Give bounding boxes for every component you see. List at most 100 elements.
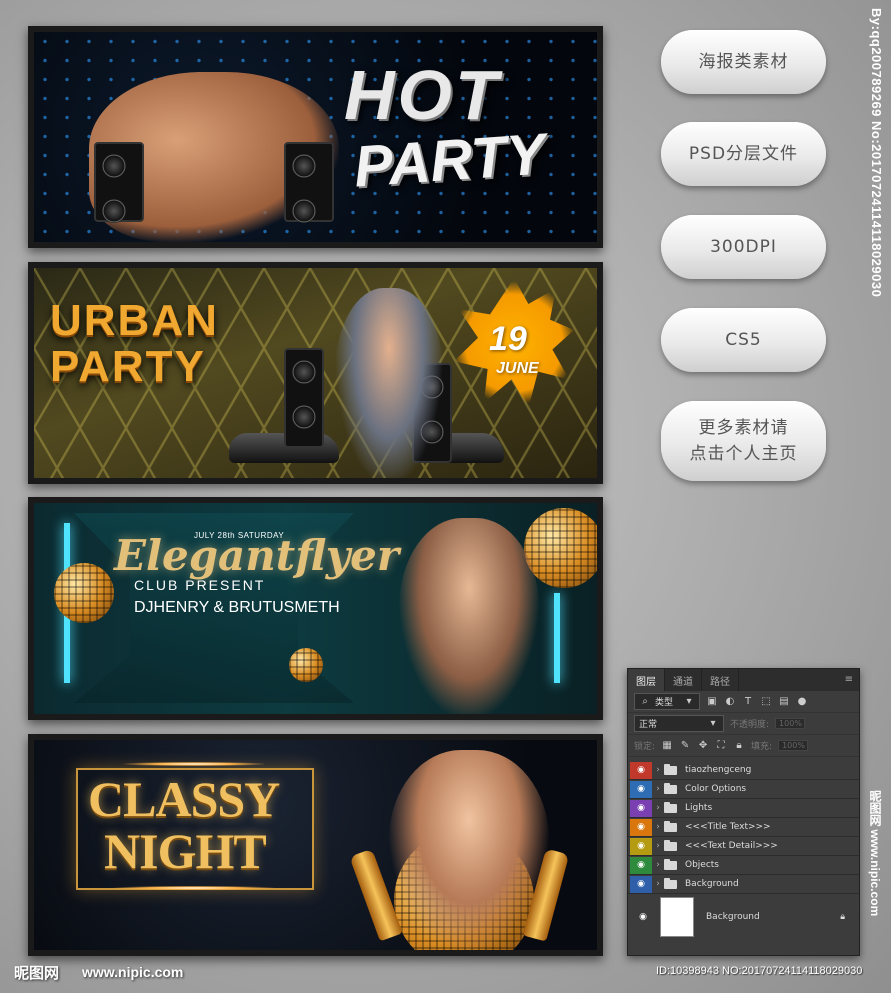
- image-filter-icon[interactable]: ▣: [706, 696, 718, 708]
- headline-night: NIGHT: [104, 823, 267, 879]
- folder-icon: [664, 858, 677, 870]
- background-layer-row[interactable]: ◉ Background 🔒︎: [628, 894, 859, 940]
- lock-artboard-icon[interactable]: ⛶: [715, 740, 727, 752]
- folder-icon: [664, 877, 677, 889]
- lock-transparent-icon[interactable]: ▦: [661, 740, 673, 752]
- visibility-eye-icon[interactable]: ◉: [630, 875, 652, 893]
- lock-all-icon[interactable]: 🔒︎: [733, 740, 745, 752]
- type-filter-icon[interactable]: T: [742, 696, 754, 708]
- chevron-down-icon: ▾: [710, 718, 716, 729]
- visibility-eye-icon[interactable]: ◉: [630, 837, 652, 855]
- visibility-eye-icon[interactable]: ◉: [630, 856, 652, 874]
- banner-hot-party: HOT PARTY: [28, 26, 603, 248]
- chevron-right-icon[interactable]: ›: [652, 822, 664, 832]
- opacity-field[interactable]: 100%: [775, 718, 806, 729]
- layer-group-row[interactable]: ◉ › Objects: [628, 856, 859, 875]
- date-month: JUNE: [496, 360, 539, 377]
- visibility-eye-icon[interactable]: ◉: [632, 909, 654, 926]
- watermark-vertical-site: 昵图网 www.nipic.com: [868, 790, 882, 917]
- chevron-right-icon[interactable]: ›: [652, 784, 664, 794]
- folder-icon: [664, 782, 677, 794]
- layers-list: ◉ › tiaozhengceng ◉ › Color Options ◉ › …: [628, 761, 859, 940]
- chevron-right-icon[interactable]: ›: [652, 841, 664, 851]
- model-figure: [399, 518, 539, 714]
- headline-party: PARTY: [351, 121, 548, 200]
- headline-hot: HOT: [344, 56, 501, 134]
- layer-name: Lights: [685, 803, 713, 813]
- layer-name: <<<Text Detail>>>: [685, 841, 778, 851]
- speaker-icon: [284, 348, 324, 448]
- filter-toggle-icon[interactable]: ●: [796, 696, 808, 708]
- filter-kind-label: 类型: [655, 698, 674, 708]
- layer-group-row[interactable]: ◉ › tiaozhengceng: [628, 761, 859, 780]
- visibility-eye-icon[interactable]: ◉: [630, 761, 652, 779]
- button-poster-material[interactable]: 海报类素材: [661, 30, 826, 94]
- folder-icon: [664, 801, 677, 813]
- button-300dpi[interactable]: 300DPI: [661, 215, 826, 279]
- button-label: 300DPI: [710, 237, 777, 257]
- opacity-label: 不透明度:: [730, 720, 770, 730]
- layer-group-row[interactable]: ◉ › Lights: [628, 799, 859, 818]
- lock-move-icon[interactable]: ✥: [697, 740, 709, 752]
- script-title: Elegantflyer: [114, 531, 399, 580]
- footer-logo[interactable]: 昵图网: [14, 962, 59, 983]
- button-more-materials[interactable]: 更多素材请 点击个人主页: [661, 401, 826, 481]
- tab-paths[interactable]: 路径: [702, 669, 739, 691]
- chevron-right-icon[interactable]: ›: [652, 803, 664, 813]
- model-figure: [334, 288, 444, 478]
- footer-url[interactable]: www.nipic.com: [82, 964, 183, 980]
- blend-mode-select[interactable]: 正常 ▾: [634, 715, 724, 732]
- date-day: 19: [489, 320, 527, 358]
- blend-row: 正常 ▾ 不透明度: 100%: [628, 713, 859, 735]
- layers-panel: 图层 通道 路径 ≡ ⌕ 类型 ▾ ▣ ◐ T ⬚ ▤ ● 正常 ▾ 不透明度:…: [627, 668, 860, 956]
- layer-group-row[interactable]: ◉ › <<<Title Text>>>: [628, 818, 859, 837]
- headline-urban: URBAN: [50, 296, 219, 345]
- search-icon: ⌕: [642, 696, 648, 707]
- layer-group-row[interactable]: ◉ › <<<Text Detail>>>: [628, 837, 859, 856]
- adjustment-filter-icon[interactable]: ◐: [724, 696, 736, 708]
- lock-icon: 🔒︎: [840, 912, 845, 922]
- visibility-eye-icon[interactable]: ◉: [630, 799, 652, 817]
- layer-group-row[interactable]: ◉ › Background: [628, 875, 859, 894]
- button-psd-layered[interactable]: PSD分层文件: [661, 122, 826, 186]
- fill-field[interactable]: 100%: [778, 740, 809, 751]
- smart-object-filter-icon[interactable]: ▤: [778, 696, 790, 708]
- light-flare: [114, 886, 274, 890]
- layer-group-row[interactable]: ◉ › Color Options: [628, 780, 859, 799]
- banner-classy-night: CLASSY NIGHT: [28, 734, 603, 956]
- layer-thumbnail: [660, 897, 694, 937]
- layer-name: Objects: [685, 860, 720, 870]
- lock-paint-icon[interactable]: ✎: [679, 740, 691, 752]
- speaker-icon: [284, 142, 334, 223]
- tab-layers[interactable]: 图层: [628, 669, 665, 691]
- button-label: 海报类素材: [698, 52, 789, 72]
- banner-urban-party: URBAN PARTY 19 JUNE: [28, 262, 603, 484]
- visibility-eye-icon[interactable]: ◉: [630, 818, 652, 836]
- layer-name: <<<Title Text>>>: [685, 822, 771, 832]
- dj-names: DJHENRY & BRUTUSMETH: [134, 599, 340, 616]
- disco-ball-icon: [289, 648, 323, 682]
- lock-label: 锁定:: [634, 742, 656, 752]
- button-label: PSD分层文件: [688, 144, 799, 164]
- disco-ball-icon: [54, 563, 114, 623]
- disco-ball-icon: [524, 508, 597, 588]
- folder-icon: [664, 839, 677, 851]
- chevron-down-icon: ▾: [686, 696, 692, 707]
- button-cs5[interactable]: CS5: [661, 308, 826, 372]
- filter-kind-select[interactable]: ⌕ 类型 ▾: [634, 693, 700, 710]
- speaker-icon: [94, 142, 144, 223]
- chevron-right-icon[interactable]: ›: [652, 879, 664, 889]
- subtitle: CLUB PRESENT: [134, 577, 266, 593]
- banner-elegantflyer: JULY 28th SATURDAY Elegantflyer CLUB PRE…: [28, 497, 603, 720]
- layer-name: tiaozhengceng: [685, 765, 752, 775]
- folder-icon: [664, 763, 677, 775]
- tab-channels[interactable]: 通道: [665, 669, 702, 691]
- folder-icon: [664, 820, 677, 832]
- chevron-right-icon[interactable]: ›: [652, 765, 664, 775]
- watermark-vertical: By:qq200789269 No:20170724114118029030: [869, 8, 884, 298]
- panel-menu-icon[interactable]: ≡: [845, 674, 853, 685]
- shape-filter-icon[interactable]: ⬚: [760, 696, 772, 708]
- chevron-right-icon[interactable]: ›: [652, 860, 664, 870]
- button-label: 更多素材请 点击个人主页: [690, 415, 798, 467]
- visibility-eye-icon[interactable]: ◉: [630, 780, 652, 798]
